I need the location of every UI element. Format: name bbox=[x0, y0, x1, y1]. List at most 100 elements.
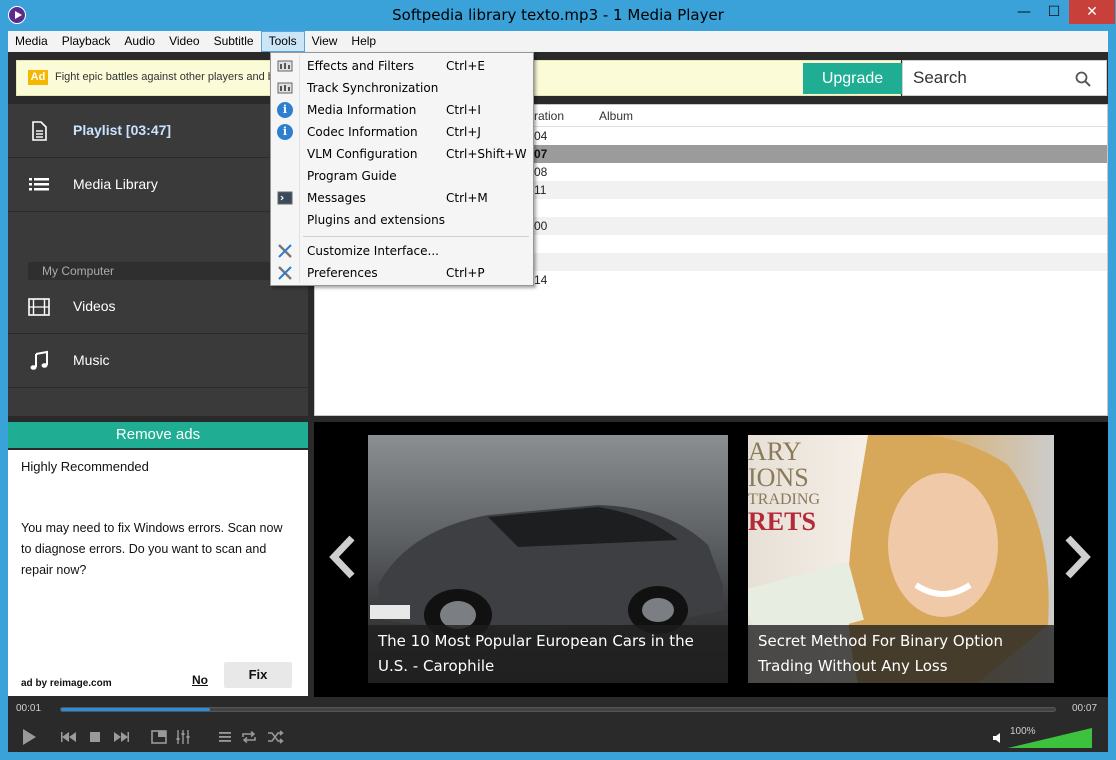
ad-body: You may need to fix Windows errors. Scan… bbox=[21, 521, 283, 577]
row-duration: 08 bbox=[534, 165, 548, 179]
menu-item-label: Preferences bbox=[307, 266, 378, 280]
minimize-button[interactable]: — bbox=[1010, 0, 1038, 24]
menu-item-media-information[interactable]: i Media Information Ctrl+I bbox=[272, 99, 532, 121]
fullscreen-icon[interactable] bbox=[150, 728, 168, 746]
menu-item-label: Program Guide bbox=[307, 169, 397, 183]
menu-item-label: Track Synchronization bbox=[307, 81, 439, 95]
tools-icon bbox=[278, 266, 292, 280]
menu-item-label: VLM Configuration bbox=[307, 147, 418, 161]
seek-bar: 00:01 00:07 bbox=[8, 702, 1108, 716]
card-caption[interactable]: Secret Method For Binary Option Trading … bbox=[748, 625, 1054, 683]
menu-item-label: Effects and Filters bbox=[307, 59, 414, 73]
tools-icon bbox=[278, 244, 292, 258]
document-icon bbox=[32, 121, 47, 141]
menu-item-program-guide[interactable]: Program Guide bbox=[272, 165, 532, 187]
menu-item-label: Codec Information bbox=[307, 125, 418, 139]
equalizer-icon[interactable] bbox=[174, 728, 192, 746]
menu-item-label: Media Information bbox=[307, 103, 417, 117]
sidebar-item-label: Media Library bbox=[73, 176, 158, 192]
ad-box: Highly Recommended You may need to fix W… bbox=[8, 450, 308, 696]
menu-subtitle[interactable]: Subtitle bbox=[207, 31, 261, 52]
row-duration: 11 bbox=[534, 183, 547, 197]
close-button[interactable]: ✕ bbox=[1069, 0, 1115, 24]
menu-item-shortcut: Ctrl+I bbox=[446, 103, 481, 117]
menu-item-effects-filters[interactable]: Effects and Filters Ctrl+E bbox=[272, 55, 532, 77]
previous-icon[interactable] bbox=[60, 728, 78, 746]
menu-item-label: Plugins and extensions bbox=[307, 213, 445, 227]
menu-media[interactable]: Media bbox=[8, 31, 55, 52]
menu-item-codec-information[interactable]: i Codec Information Ctrl+J bbox=[272, 121, 532, 143]
equalizer-icon bbox=[277, 60, 293, 72]
seek-slider[interactable] bbox=[60, 707, 1056, 712]
search-icon[interactable] bbox=[1075, 71, 1091, 87]
menu-bar: Media Playback Audio Video Subtitle Tool… bbox=[8, 31, 1108, 52]
chevron-right-icon[interactable] bbox=[1062, 534, 1092, 580]
play-icon[interactable] bbox=[20, 728, 38, 746]
ad-banner-text[interactable]: Fight epic battles against other players… bbox=[55, 71, 280, 83]
menu-item-shortcut: Ctrl+Shift+W bbox=[446, 147, 527, 161]
repeat-icon[interactable] bbox=[240, 728, 258, 746]
menu-tools[interactable]: Tools bbox=[260, 31, 305, 52]
menu-playback[interactable]: Playback bbox=[55, 31, 118, 52]
music-note-icon bbox=[30, 350, 48, 370]
column-album[interactable]: Album bbox=[599, 109, 633, 123]
menu-item-shortcut: Ctrl+E bbox=[446, 59, 485, 73]
terminal-icon bbox=[277, 191, 293, 205]
menu-item-vlm-configuration[interactable]: VLM Configuration Ctrl+Shift+W bbox=[272, 143, 532, 165]
sidebar-item-music[interactable]: Music bbox=[8, 334, 308, 388]
card-caption[interactable]: The 10 Most Popular European Cars in the… bbox=[368, 625, 728, 683]
sidebar-item-media-library[interactable]: Media Library bbox=[8, 158, 308, 212]
menu-item-plugins-extensions[interactable]: Plugins and extensions bbox=[272, 209, 532, 231]
gallery-card-binary-option[interactable]: ARY IONS TRADING RETS Secret Method For … bbox=[748, 435, 1054, 683]
row-duration: 14 bbox=[534, 273, 548, 287]
maximize-button[interactable]: ☐ bbox=[1040, 0, 1068, 24]
menu-video[interactable]: Video bbox=[162, 31, 206, 52]
menu-item-shortcut: Ctrl+M bbox=[446, 191, 488, 205]
transport-controls: 100% bbox=[8, 722, 1108, 752]
ad-fix-button[interactable]: Fix bbox=[224, 662, 292, 688]
seek-progress bbox=[61, 708, 210, 711]
remove-ads-button[interactable]: Remove ads bbox=[8, 422, 308, 448]
upgrade-button[interactable]: Upgrade bbox=[803, 63, 902, 94]
menu-view[interactable]: View bbox=[305, 31, 345, 52]
sidebar-item-label: Playlist [03:47] bbox=[73, 122, 172, 138]
column-duration[interactable]: ration bbox=[534, 109, 564, 123]
row-duration: 07 bbox=[534, 147, 548, 161]
menu-item-shortcut: Ctrl+J bbox=[446, 125, 481, 139]
row-duration: 00 bbox=[534, 219, 548, 233]
sidebar: Playlist [03:47] Media Library My Comput… bbox=[8, 104, 308, 416]
info-icon: i bbox=[277, 102, 293, 118]
menu-item-customize-interface[interactable]: Customize Interface... bbox=[272, 240, 532, 262]
menu-audio[interactable]: Audio bbox=[117, 31, 162, 52]
sidebar-item-playlist[interactable]: Playlist [03:47] bbox=[8, 104, 308, 158]
menu-item-messages[interactable]: Messages Ctrl+M bbox=[272, 187, 532, 209]
total-time: 00:07 bbox=[1072, 703, 1098, 714]
volume-slider[interactable] bbox=[1008, 726, 1093, 750]
search-input[interactable]: Search bbox=[902, 60, 1107, 96]
playlist-icon[interactable] bbox=[216, 728, 234, 746]
menu-item-shortcut: Ctrl+P bbox=[446, 266, 485, 280]
menu-help[interactable]: Help bbox=[344, 31, 383, 52]
menu-item-label: Customize Interface... bbox=[307, 244, 439, 258]
speaker-icon[interactable] bbox=[992, 732, 1004, 744]
gallery-card-car[interactable]: The 10 Most Popular European Cars in the… bbox=[368, 435, 728, 683]
stop-icon[interactable] bbox=[86, 728, 104, 746]
sidebar-item-videos[interactable]: Videos bbox=[8, 280, 308, 334]
menu-item-preferences[interactable]: Preferences Ctrl+P bbox=[272, 262, 532, 284]
main-area: Ad Fight epic battles against other play… bbox=[8, 52, 1108, 752]
tools-dropdown-menu: Effects and Filters Ctrl+E Track Synchro… bbox=[270, 52, 534, 286]
menu-item-track-sync[interactable]: Track Synchronization bbox=[272, 77, 532, 99]
menu-item-label: Messages bbox=[307, 191, 366, 205]
equalizer-icon bbox=[277, 82, 293, 94]
shuffle-icon[interactable] bbox=[266, 728, 284, 746]
video-gallery: The 10 Most Popular European Cars in the… bbox=[314, 422, 1108, 697]
menu-separator bbox=[303, 236, 529, 237]
next-icon[interactable] bbox=[112, 728, 130, 746]
ad-attribution[interactable]: ad by reimage.com bbox=[21, 678, 112, 689]
chevron-left-icon[interactable] bbox=[328, 534, 358, 580]
title-bar: Softpedia library texto.mp3 - 1 Media Pl… bbox=[0, 0, 1116, 31]
info-icon: i bbox=[277, 124, 293, 140]
app-window: Softpedia library texto.mp3 - 1 Media Pl… bbox=[0, 0, 1116, 760]
ad-no-link[interactable]: No bbox=[192, 673, 208, 687]
row-duration: 04 bbox=[534, 129, 548, 143]
